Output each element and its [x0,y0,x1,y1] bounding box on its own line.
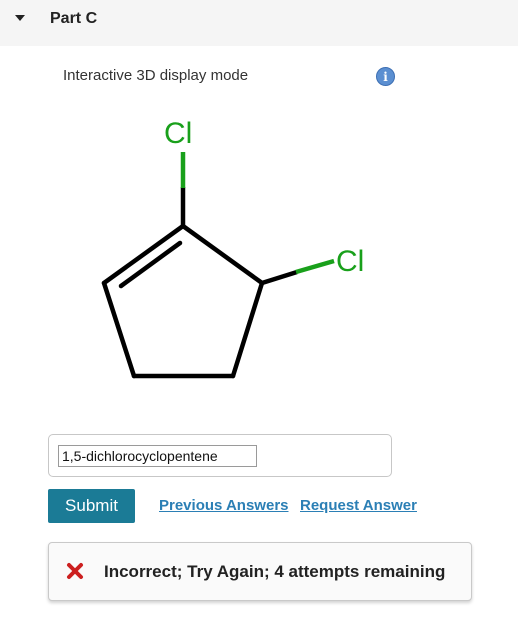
answer-box [48,434,392,477]
bond-c1-c2 [180,223,265,286]
feedback-message: Incorrect; Try Again; 4 attempts remaini… [104,562,446,581]
bond-c2-cl-black [261,269,298,286]
atom-label-cl-right: Cl [336,245,364,278]
bond-c4-c5 [101,280,137,379]
feedback-box: Incorrect; Try Again; 4 attempts remaini… [48,542,472,601]
previous-answers-link[interactable]: Previous Answers [159,497,289,514]
request-answer-link[interactable]: Request Answer [300,497,417,514]
atom-label-cl-top: Cl [164,117,192,150]
bond-c2-c3 [230,280,265,379]
bond-c2-cl-green [295,258,335,275]
answer-input[interactable] [58,445,257,467]
x-icon [67,563,83,579]
submit-button[interactable]: Submit [48,489,135,523]
bond-c5-c1 [101,223,186,286]
molecule-viewer[interactable]: Cl Cl [0,0,518,420]
